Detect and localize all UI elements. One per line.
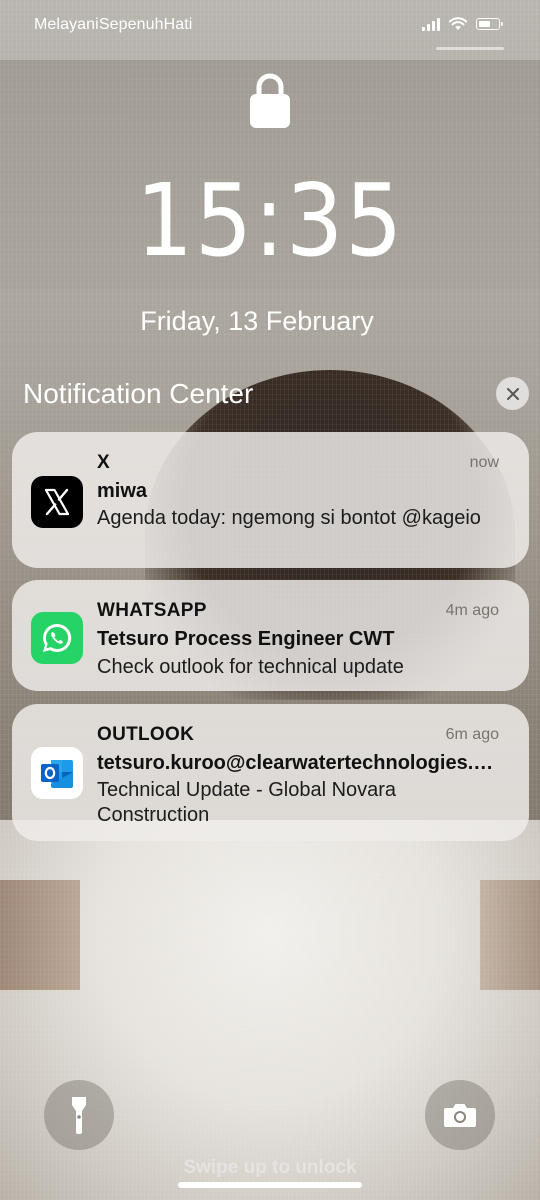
signal-icon <box>422 17 440 31</box>
lock-icon <box>250 73 290 128</box>
status-bar: MelayaniSepenuhHati <box>0 0 540 50</box>
battery-icon <box>476 18 503 30</box>
notification-app-name: OUTLOOK <box>97 724 195 745</box>
notification-app-name: X <box>97 452 110 473</box>
notification-time: now <box>469 454 499 471</box>
notification-body: Check outlook for technical update <box>97 656 404 678</box>
swipe-up-hint: Swipe up to unlock <box>183 1157 357 1178</box>
x-app-icon <box>31 476 83 528</box>
wifi-icon <box>448 17 468 30</box>
notification-card-x[interactable]: X now miwa Agenda today: ngemong si bont… <box>12 432 529 568</box>
notification-sender: tetsuro.kuroo@clearwatertechnologies.com <box>97 752 502 774</box>
lock-date: Friday, 13 February <box>140 306 374 336</box>
control-center-indicator[interactable] <box>436 47 504 50</box>
notification-sender: miwa <box>97 480 148 502</box>
lock-time: 15:35 <box>135 162 405 279</box>
close-icon <box>506 387 519 400</box>
notification-time: 4m ago <box>445 602 499 619</box>
notification-card-outlook[interactable]: OUTLOOK 6m ago tetsuro.kuroo@clearwatert… <box>12 704 529 841</box>
carrier-name: MelayaniSepenuhHati <box>34 16 193 33</box>
camera-icon <box>444 1104 476 1127</box>
notification-time: 6m ago <box>445 726 499 743</box>
notification-body: Technical Update - Global Novara Constru… <box>97 779 397 826</box>
home-indicator[interactable] <box>178 1182 362 1188</box>
clear-notifications-button[interactable] <box>496 377 529 410</box>
outlook-app-icon <box>31 747 83 799</box>
notification-sender: Tetsuro Process Engineer CWT <box>97 628 395 650</box>
flashlight-icon <box>72 1097 86 1134</box>
whatsapp-app-icon <box>31 612 83 664</box>
flashlight-button[interactable] <box>44 1080 114 1150</box>
camera-button[interactable] <box>425 1080 495 1150</box>
notification-body: Agenda today: ngemong si bontot @kageio <box>97 507 481 529</box>
notification-card-whatsapp[interactable]: WHATSAPP 4m ago Tetsuro Process Engineer… <box>12 580 529 691</box>
notification-center-title: Notification Center <box>23 378 254 409</box>
notification-app-name: WHATSAPP <box>97 600 207 621</box>
